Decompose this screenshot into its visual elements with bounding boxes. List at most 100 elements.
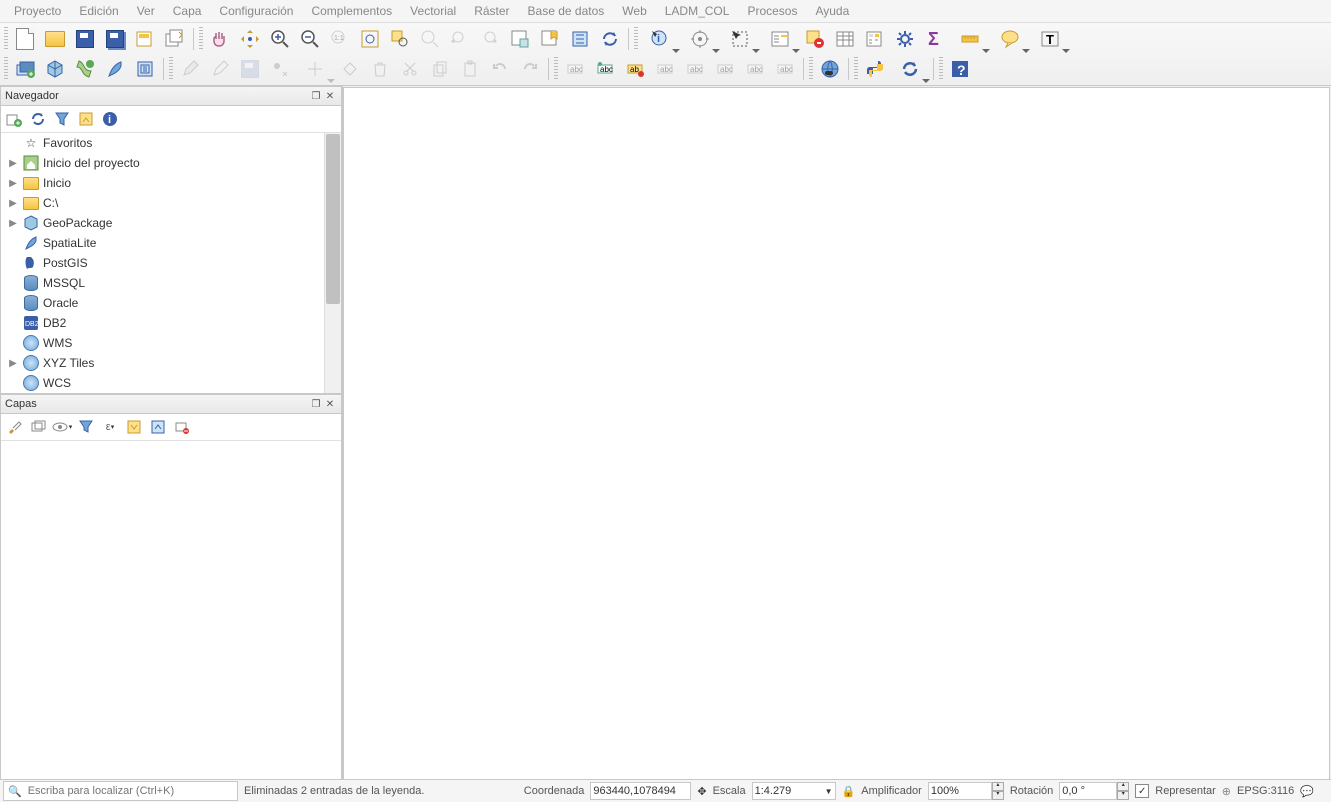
nav-item-db2[interactable]: DB2DB2 <box>1 313 341 333</box>
nav-item-inicio-proyecto[interactable]: ▶Inicio del proyecto <box>1 153 341 173</box>
undock-button[interactable]: ❐ <box>309 397 323 411</box>
map-tips-button[interactable] <box>991 25 1029 53</box>
new-virtual-layer-button[interactable] <box>131 55 159 83</box>
lock-scale-button[interactable]: 🔒 <box>842 785 856 798</box>
zoom-native-button[interactable]: 1:1 <box>326 25 354 53</box>
identify-button[interactable]: i <box>641 25 679 53</box>
new-map-view-button[interactable] <box>506 25 534 53</box>
nav-item-xyz[interactable]: ▶XYZ Tiles <box>1 353 341 373</box>
rotate-label-button[interactable]: abc <box>741 55 769 83</box>
text-annotation-button[interactable]: T <box>1031 25 1069 53</box>
scrollbar-thumb[interactable] <box>326 134 340 304</box>
measure-button[interactable] <box>951 25 989 53</box>
messages-button[interactable]: 💬 <box>1300 785 1314 798</box>
zoom-next-button[interactable] <box>476 25 504 53</box>
layers-header[interactable]: Capas ❐ ✕ <box>1 395 341 414</box>
rotation-spinner[interactable]: ▴▾ <box>1117 782 1129 800</box>
locator-input[interactable] <box>26 784 233 798</box>
show-labels-button[interactable]: abc <box>681 55 709 83</box>
menu-procesos[interactable]: Procesos <box>739 4 805 18</box>
highlight-labels-button[interactable]: ab <box>621 55 649 83</box>
expand-icon[interactable]: ▶ <box>7 158 19 169</box>
map-canvas[interactable] <box>343 87 1330 782</box>
help-button[interactable]: ? <box>946 55 974 83</box>
nav-item-geopackage[interactable]: ▶GeoPackage <box>1 213 341 233</box>
move-label-button[interactable]: abc <box>711 55 739 83</box>
expand-icon[interactable]: ▶ <box>7 218 19 229</box>
nav-item-mssql[interactable]: MSSQL <box>1 273 341 293</box>
expand-icon[interactable]: ▶ <box>7 178 19 189</box>
menu-configuracion[interactable]: Configuración <box>211 4 301 18</box>
zoom-in-button[interactable] <box>266 25 294 53</box>
pan-button[interactable] <box>206 25 234 53</box>
menu-ayuda[interactable]: Ayuda <box>807 4 857 18</box>
nav-item-c-drive[interactable]: ▶C:\ <box>1 193 341 213</box>
navigator-header[interactable]: Navegador ❐ ✕ <box>1 87 341 106</box>
data-source-manager-button[interactable] <box>11 55 39 83</box>
open-attribute-table-button[interactable] <box>831 25 859 53</box>
menu-capa[interactable]: Capa <box>165 4 210 18</box>
menu-edicion[interactable]: Edición <box>71 4 126 18</box>
toggle-editing-button[interactable] <box>176 55 204 83</box>
visibility-button[interactable]: ▾ <box>51 416 73 438</box>
zoom-last-button[interactable] <box>446 25 474 53</box>
crs-label[interactable]: EPSG:3116 <box>1237 785 1294 797</box>
select-by-value-button[interactable] <box>761 25 799 53</box>
expand-icon[interactable]: ▶ <box>7 198 19 209</box>
save-as-button[interactable] <box>101 25 129 53</box>
locator[interactable]: 🔍 <box>3 781 238 801</box>
close-panel-button[interactable]: ✕ <box>323 397 337 411</box>
filter-browser-button[interactable] <box>51 108 73 130</box>
statistics-button[interactable]: Σ <box>921 25 949 53</box>
menu-complementos[interactable]: Complementos <box>303 4 400 18</box>
new-geopackage-button[interactable] <box>41 55 69 83</box>
add-group-button[interactable] <box>27 416 49 438</box>
delete-selected-button[interactable] <box>366 55 394 83</box>
render-checkbox[interactable]: ✓ <box>1135 784 1149 798</box>
toggle-multiedit-button[interactable] <box>206 55 234 83</box>
close-panel-button[interactable]: ✕ <box>323 89 337 103</box>
add-layer-button[interactable] <box>3 108 25 130</box>
collapse-all-button[interactable] <box>147 416 169 438</box>
save-edits-button[interactable] <box>236 55 264 83</box>
layer-diagram-button[interactable]: abc <box>591 55 619 83</box>
metasearch-button[interactable] <box>816 55 844 83</box>
scrollbar[interactable] <box>324 133 341 393</box>
menu-proyecto[interactable]: Proyecto <box>6 4 69 18</box>
nav-item-spatialite[interactable]: SpatiaLite <box>1 233 341 253</box>
deselect-button[interactable] <box>801 25 829 53</box>
magnifier-spinner[interactable]: ▴▾ <box>992 782 1004 800</box>
move-feature-button[interactable] <box>296 55 334 83</box>
open-project-button[interactable] <box>41 25 69 53</box>
crs-icon[interactable]: ⊕ <box>1222 785 1231 798</box>
new-print-layout-button[interactable] <box>131 25 159 53</box>
rotation-input[interactable]: 0,0 ° <box>1059 782 1117 800</box>
refresh-button[interactable] <box>596 25 624 53</box>
zoom-full-button[interactable] <box>356 25 384 53</box>
layers-tree[interactable] <box>1 441 341 782</box>
scale-combo[interactable]: 1:4.279▼ <box>752 782 836 800</box>
style-manager-button[interactable] <box>3 416 25 438</box>
paste-button[interactable] <box>456 55 484 83</box>
extents-toggle-button[interactable]: ✥ <box>697 785 706 798</box>
copy-button[interactable] <box>426 55 454 83</box>
menu-basedatos[interactable]: Base de datos <box>520 4 613 18</box>
pin-labels-button[interactable]: abc <box>651 55 679 83</box>
menu-ladm[interactable]: LADM_COL <box>657 4 738 18</box>
python-console-button[interactable] <box>861 55 889 83</box>
node-tool-button[interactable] <box>336 55 364 83</box>
redo-button[interactable] <box>516 55 544 83</box>
magnifier-input[interactable]: 100% <box>928 782 992 800</box>
menu-raster[interactable]: Ráster <box>466 4 517 18</box>
zoom-layer-button[interactable] <box>416 25 444 53</box>
undo-button[interactable] <box>486 55 514 83</box>
field-calculator-button[interactable] <box>861 25 889 53</box>
filter-legend-button[interactable] <box>75 416 97 438</box>
zoom-out-button[interactable] <box>296 25 324 53</box>
navigator-tree[interactable]: ☆Favoritos ▶Inicio del proyecto ▶Inicio … <box>1 133 341 393</box>
menu-ver[interactable]: Ver <box>129 4 163 18</box>
nav-item-oracle[interactable]: Oracle <box>1 293 341 313</box>
expand-all-button[interactable] <box>123 416 145 438</box>
zoom-selection-button[interactable] <box>386 25 414 53</box>
pan-to-selection-button[interactable] <box>236 25 264 53</box>
